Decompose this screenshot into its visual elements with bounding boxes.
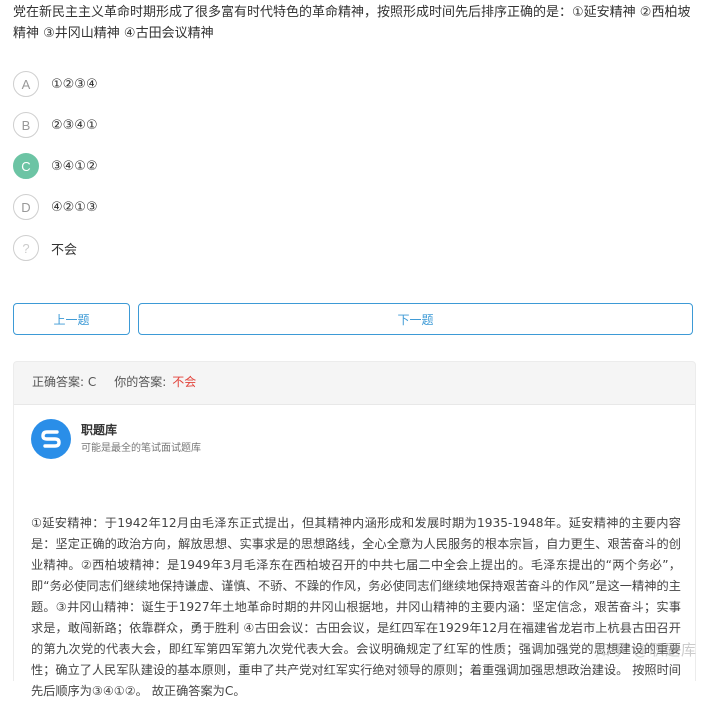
option-a-text: ①②③④ (51, 76, 98, 92)
answer-bar: 正确答案: C 你的答案: 不会 (14, 362, 695, 400)
option-c[interactable]: C ③④①② (13, 152, 313, 180)
option-a[interactable]: A ①②③④ (13, 70, 313, 98)
prev-question-button[interactable]: 上一题 (13, 303, 130, 335)
brand-header: 职题库 可能是最全的笔试面试题库 (31, 419, 201, 459)
option-unknown-text: 不会 (51, 242, 78, 258)
next-question-button[interactable]: 下一题 (138, 303, 693, 335)
explanation-card: 职题库 可能是最全的笔试面试题库 ①延安精神：于1942年12月由毛泽东正式提出… (14, 404, 695, 698)
brand-subtitle: 可能是最全的笔试面试题库 (81, 443, 201, 454)
your-answer-label: 你的答案: (114, 374, 167, 389)
option-d-text: ④②①③ (51, 199, 98, 215)
question-text: 党在新民主主义革命时期形成了很多富有时代特色的革命精神，按照形成时间先后排序正确… (13, 5, 691, 41)
option-a-letter: A (13, 71, 39, 97)
option-b[interactable]: B ②③④① (13, 111, 313, 139)
option-b-letter: B (13, 112, 39, 138)
question-mark-icon: ? (13, 235, 39, 261)
brand-name: 职题库 (81, 423, 118, 437)
brand-logo-icon (31, 419, 71, 459)
watermark: 知乎 @职题库 (595, 641, 697, 659)
option-b-text: ②③④① (51, 117, 98, 133)
correct-answer: 正确答案: C (32, 374, 97, 389)
option-d-letter: D (13, 194, 39, 220)
your-answer-value: 不会 (172, 374, 197, 389)
option-d[interactable]: D ④②①③ (13, 193, 313, 221)
option-c-text: ③④①② (51, 158, 98, 174)
option-unknown[interactable]: ? 不会 (13, 234, 313, 262)
explanation-text: ①延安精神：于1942年12月由毛泽东正式提出，但其精神内涵形成和发展时期为19… (31, 516, 681, 698)
option-c-letter: C (13, 153, 39, 179)
answer-panel: 正确答案: C 你的答案: 不会 职题库 可能是最全的笔试面试题库 ①延安精神：… (13, 361, 696, 698)
